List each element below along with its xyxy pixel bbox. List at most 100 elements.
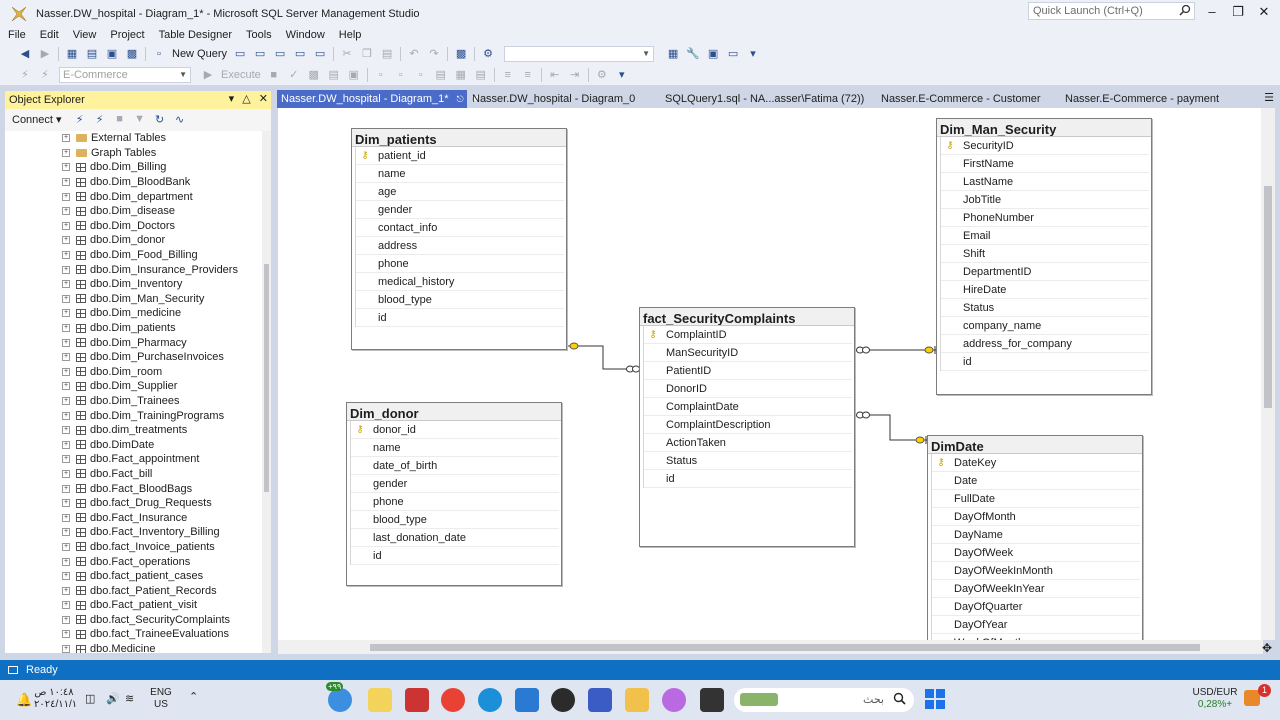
minimize-button[interactable]: – — [1202, 4, 1222, 20]
expand-icon[interactable]: + — [62, 265, 70, 274]
volume-icon[interactable]: 🔊 — [106, 692, 120, 705]
expand-icon[interactable]: + — [62, 134, 70, 143]
tab-diagram-0[interactable]: Nasser.DW_hospital - Diagram_0 — [467, 90, 655, 108]
xmla-query-icon[interactable]: ▭ — [293, 47, 307, 61]
currency-widget[interactable]: USD/EUR 0,28%+ — [1190, 687, 1240, 711]
expand-icon[interactable]: + — [62, 309, 70, 318]
tree-table-item[interactable]: + dbo.Dim_room — [5, 365, 263, 380]
tray-expand-icon[interactable]: ⌃ — [189, 690, 198, 703]
column-row[interactable]: name — [356, 165, 564, 183]
display-plan-icon[interactable]: ▩ — [307, 68, 321, 82]
tree-table-item[interactable]: + dbo.Dim_BloodBank — [5, 175, 263, 190]
tab-payment[interactable]: Nasser.E-Commerce - payment — [1053, 90, 1253, 108]
column-row[interactable]: HireDate — [941, 281, 1149, 299]
save-all-icon[interactable]: ▩ — [125, 47, 139, 61]
column-row[interactable]: ⚷ SecurityID — [941, 137, 1149, 155]
tree-table-item[interactable]: + dbo.Dim_Supplier — [5, 379, 263, 394]
expand-icon[interactable]: + — [62, 251, 70, 260]
expand-icon[interactable]: + — [62, 192, 70, 201]
column-row[interactable]: company_name — [941, 317, 1149, 335]
relationship-patients-fact[interactable] — [566, 342, 640, 373]
menu-window[interactable]: Window — [281, 29, 330, 41]
file-explorer-icon[interactable] — [625, 688, 649, 712]
tree-table-item[interactable]: + dbo.Dim_Trainees — [5, 394, 263, 409]
expand-icon[interactable]: + — [62, 353, 70, 362]
tree-table-item[interactable]: + dbo.Medicine — [5, 642, 263, 653]
new-project-icon[interactable]: ▦ — [65, 47, 79, 61]
object-explorer-scrollbar[interactable] — [262, 131, 271, 653]
relationship-fact-security[interactable] — [856, 346, 939, 354]
menu-tools[interactable]: Tools — [241, 29, 277, 41]
app-red-icon[interactable] — [405, 688, 429, 712]
expand-icon[interactable]: + — [62, 572, 70, 581]
menu-project[interactable]: Project — [105, 29, 149, 41]
table-dim-man-security[interactable]: Dim_Man_Security ⚷ SecurityID FirstName Las… — [936, 118, 1152, 395]
wrench-icon[interactable]: 🔧 — [686, 47, 700, 61]
menu-help[interactable]: Help — [334, 29, 367, 41]
menu-edit[interactable]: Edit — [35, 29, 64, 41]
table-dim-donor[interactable]: Dim_donor ⚷ donor_id name date_of_birth gend… — [346, 402, 562, 586]
expand-icon[interactable]: + — [62, 178, 70, 187]
increase-indent-icon[interactable]: ⇥ — [568, 68, 582, 82]
available-databases-combo[interactable]: E-Commerce ▼ — [59, 66, 191, 83]
expand-icon[interactable]: + — [62, 236, 70, 245]
refresh-icon[interactable]: ↻ — [153, 112, 167, 126]
diagram-vertical-scrollbar[interactable] — [1261, 108, 1275, 640]
taskbar-search[interactable]: بحث — [734, 688, 914, 712]
execute-button[interactable]: Execute — [221, 69, 261, 81]
expand-icon[interactable]: + — [62, 601, 70, 610]
column-row[interactable]: ⚷ ComplaintID — [644, 326, 852, 344]
tree-table-item[interactable]: + dbo.Fact_appointment — [5, 452, 263, 467]
diagram-canvas[interactable]: Dim_patients ⚷ patient_id name age gender con… — [278, 108, 1261, 640]
expand-icon[interactable]: + — [62, 163, 70, 172]
tree-table-item[interactable]: + dbo.fact_Patient_Records — [5, 583, 263, 598]
tree-table-item[interactable]: + dbo.DimDate — [5, 437, 263, 452]
database-engine-query-icon[interactable]: ▭ — [233, 47, 247, 61]
intellisense-icon[interactable]: ▣ — [347, 68, 361, 82]
toolbox-icon[interactable]: ▣ — [706, 47, 720, 61]
expand-icon[interactable]: + — [62, 221, 70, 230]
tree-table-item[interactable]: + dbo.Fact_BloodBags — [5, 481, 263, 496]
expand-icon[interactable]: + — [62, 630, 70, 639]
tree-table-item[interactable]: + dbo.fact_SecurityComplaints — [5, 613, 263, 628]
tree-table-item[interactable]: + dbo.Fact_Inventory_Billing — [5, 525, 263, 540]
column-row[interactable]: id — [941, 353, 1149, 371]
tree-table-item[interactable]: + dbo.Fact_patient_visit — [5, 598, 263, 613]
expand-icon[interactable]: + — [62, 542, 70, 551]
tab-sqlquery1[interactable]: SQLQuery1.sql - NA...asser\Fatima (72)) — [655, 90, 869, 108]
column-row[interactable]: ManSecurityID — [644, 344, 852, 362]
column-row[interactable]: DayOfMonth — [932, 508, 1140, 526]
connect-button[interactable]: Connect ▾ — [12, 113, 62, 126]
tree-table-item[interactable]: + dbo.Dim_Man_Security — [5, 292, 263, 307]
tree-table-item[interactable]: + dbo.Dim_TrainingPrograms — [5, 408, 263, 423]
expand-icon[interactable]: + — [62, 513, 70, 522]
expand-icon[interactable]: + — [62, 207, 70, 216]
close-window-button[interactable]: ✕ — [1254, 4, 1274, 20]
expand-icon[interactable]: + — [62, 324, 70, 333]
column-row[interactable]: DayName — [932, 526, 1140, 544]
undo-icon[interactable]: ↶ — [407, 47, 421, 61]
expand-icon[interactable]: + — [62, 294, 70, 303]
window-layout-icon[interactable]: ▭ — [726, 47, 740, 61]
column-row[interactable]: contact_info — [356, 219, 564, 237]
stop-icon[interactable]: ■ — [113, 112, 127, 126]
toolbar-overflow-icon[interactable]: ▾ — [746, 47, 760, 61]
forward-icon[interactable]: ▶ — [38, 47, 52, 61]
language-indicator[interactable]: ENG US — [146, 687, 176, 711]
results-text-icon[interactable]: ▤ — [434, 68, 448, 82]
tree-folder[interactable]: + Graph Tables — [5, 146, 263, 161]
client-stats-icon[interactable]: ▫ — [414, 68, 428, 82]
expand-icon[interactable]: + — [62, 557, 70, 566]
copy-icon[interactable]: ❐ — [360, 47, 374, 61]
tree-table-item[interactable]: + dbo.fact_patient_cases — [5, 569, 263, 584]
specify-values-icon[interactable]: ⚙ — [595, 68, 609, 82]
table-dim-patients[interactable]: Dim_patients ⚷ patient_id name age gender con… — [351, 128, 567, 350]
tree-table-item[interactable]: + dbo.Dim_Food_Billing — [5, 248, 263, 263]
expand-icon[interactable]: + — [62, 148, 70, 157]
copilot-icon[interactable] — [662, 688, 686, 712]
column-row[interactable]: id — [356, 309, 564, 327]
column-row[interactable]: PhoneNumber — [941, 209, 1149, 227]
tree-table-item[interactable]: + dbo.Dim_Doctors — [5, 219, 263, 234]
open-file-icon[interactable]: ▤ — [85, 47, 99, 61]
column-row[interactable]: LastName — [941, 173, 1149, 191]
